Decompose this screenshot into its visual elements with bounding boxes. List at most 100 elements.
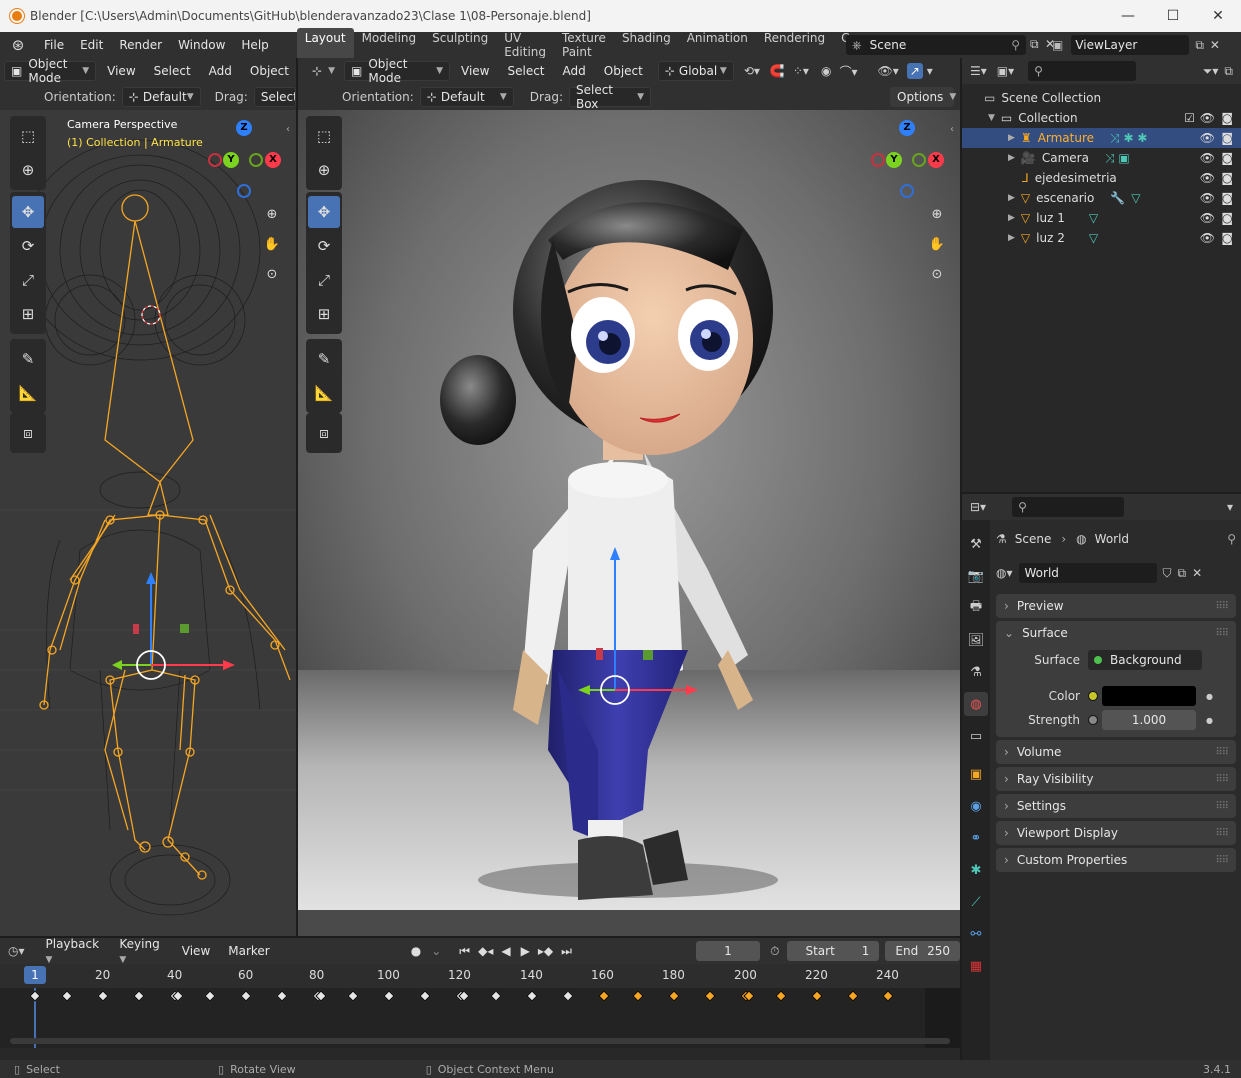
left-viewport[interactable]: ▣ Object Mode ▼ View Select Add Object O… <box>0 58 296 936</box>
sidebar-toggle-icon[interactable]: ‹ <box>286 124 290 135</box>
timeline-ruler[interactable]: 1 20 40 60 80 100 120 140 160 180 200 22… <box>0 964 960 988</box>
timeline-track[interactable] <box>0 988 960 1048</box>
next-keyframe-icon[interactable]: ▸◆ <box>538 944 553 958</box>
new-collection-icon[interactable]: ⧉ <box>1224 64 1233 79</box>
annotate-tool-icon[interactable]: ✎ <box>308 343 340 375</box>
outliner-item-luz2[interactable]: ▶ ▽ luz 2 ▽ 👁 ◙ <box>962 228 1241 248</box>
object-data-tab-icon[interactable]: ✱ <box>964 858 988 882</box>
eye-icon[interactable]: 👁 <box>1200 151 1215 165</box>
keyframe-diamond[interactable] <box>61 990 73 1002</box>
gizmo-dropdown-icon[interactable]: ▾ <box>927 64 933 78</box>
display-mode-icon[interactable]: ▣▾ <box>997 64 1014 78</box>
drag-grip-icon[interactable]: ⠿⠿ <box>1215 855 1229 866</box>
tab-layout[interactable]: Layout <box>296 28 354 62</box>
main-menu-view[interactable]: View <box>454 64 496 78</box>
checkbox-icon[interactable]: ☑ <box>1184 111 1195 125</box>
expand-arrow-icon[interactable]: ▼ <box>988 113 995 123</box>
preview-range-icon[interactable]: ⏱ <box>770 944 779 959</box>
outliner-item-ejedesimetria[interactable]: ⅃ ejedesimetria 👁 ◙ <box>962 168 1241 188</box>
minimize-button[interactable]: — <box>1105 0 1151 32</box>
drag-grip-icon[interactable]: ⠿⠿ <box>1215 628 1229 639</box>
eye-icon[interactable]: 👁 <box>1200 131 1215 145</box>
render-tab-icon[interactable]: 📷 <box>964 564 988 588</box>
scale-tool-icon[interactable]: ⤢ <box>308 264 340 296</box>
current-frame-field[interactable]: 1 <box>695 941 761 961</box>
keyframe-diamond[interactable] <box>419 990 431 1002</box>
keyframe-diamond[interactable] <box>668 990 680 1002</box>
camera-render-icon[interactable]: ◙ <box>1221 231 1233 245</box>
output-tab-icon[interactable]: 🖶 <box>964 596 988 620</box>
gizmo-y-axis[interactable]: Y <box>886 152 902 168</box>
keyframe-diamond[interactable] <box>598 990 610 1002</box>
keyframe-diamond[interactable] <box>347 990 359 1002</box>
main-orientation-dropdown[interactable]: ⊹ Default ▼ <box>419 87 514 107</box>
blender-menu-icon[interactable]: ⊛ <box>0 36 36 54</box>
gizmo-neg-z[interactable] <box>237 184 251 198</box>
add-cube-tool-icon[interactable]: ⧈ <box>12 417 44 449</box>
pan-hand-icon[interactable]: ✋ <box>260 232 284 256</box>
outliner-item-camera[interactable]: ▶ 🎥 Camera ⤨ ▣ 👁 ◙ <box>962 148 1241 168</box>
visibility-icon[interactable]: 👁▾ <box>877 64 898 78</box>
left-mode-dropdown[interactable]: ▣ Object Mode ▼ <box>4 58 97 85</box>
camera-render-icon[interactable]: ◙ <box>1221 111 1233 125</box>
snap-icon[interactable]: 🧲 <box>770 64 785 78</box>
drag-grip-icon[interactable]: ⠿⠿ <box>1215 828 1229 839</box>
timeline-editor-icon[interactable]: ◷▾ <box>8 944 25 958</box>
tab-modeling[interactable]: Modeling <box>354 28 425 62</box>
collection-tab-icon[interactable]: ▭ <box>964 724 988 748</box>
panel-surface-header[interactable]: ⌄ Surface ⠿⠿ <box>996 621 1236 645</box>
pin-icon[interactable]: ⚲ <box>1011 38 1020 52</box>
editor-type-icon[interactable]: ⊹ ▼ <box>306 61 340 81</box>
timeline-menu-marker[interactable]: Marker <box>221 944 276 958</box>
outliner-collection[interactable]: ▼ ▭ Collection ☑ 👁 ◙ <box>962 108 1241 128</box>
left-orientation-dropdown[interactable]: ⊹ Default ▼ <box>121 87 201 107</box>
sidebar-toggle-icon[interactable]: ‹ <box>950 124 954 135</box>
keyframe-diamond[interactable] <box>204 990 216 1002</box>
keyframe-diamond[interactable] <box>240 990 252 1002</box>
tab-rendering[interactable]: Rendering <box>756 28 833 62</box>
outliner-scene-collection[interactable]: ▭ Scene Collection <box>962 88 1241 108</box>
start-frame-field[interactable]: Start 1 <box>787 941 880 961</box>
drag-grip-icon[interactable]: ⠿⠿ <box>1215 801 1229 812</box>
properties-search-input[interactable]: ⚲ <box>1012 497 1125 517</box>
new-world-icon[interactable]: ⧉ <box>1178 566 1187 581</box>
menu-render[interactable]: Render <box>111 38 170 52</box>
main-menu-add[interactable]: Add <box>556 64 593 78</box>
main-viewport[interactable]: ⊹ ▼ ▣ Object Mode ▼ View Select Add Objec… <box>298 58 960 936</box>
end-frame-field[interactable]: End 250 <box>885 941 960 961</box>
add-cube-tool-icon[interactable]: ⧈ <box>308 417 340 449</box>
record-icon[interactable]: ● <box>411 944 421 958</box>
new-scene-icon[interactable]: ⧉ <box>1030 37 1039 52</box>
gizmo-toggle-icon[interactable]: ↗ <box>906 63 923 79</box>
annotate-tool-icon[interactable]: ✎ <box>12 343 44 375</box>
camera-render-icon[interactable]: ◙ <box>1221 171 1233 185</box>
cursor-tool-icon[interactable]: ⊕ <box>12 154 44 186</box>
playhead-frame[interactable]: 1 <box>24 966 46 984</box>
keyframe-diamond[interactable] <box>490 990 502 1002</box>
prev-keyframe-icon[interactable]: ◆◂ <box>478 944 493 958</box>
jump-end-icon[interactable]: ⏭ <box>561 944 572 959</box>
main-mode-dropdown[interactable]: ▣ Object Mode ▼ <box>344 58 450 85</box>
scale-tool-icon[interactable]: ⤢ <box>12 264 44 296</box>
play-reverse-icon[interactable]: ◀ <box>501 944 510 958</box>
rotate-tool-icon[interactable]: ⟳ <box>308 230 340 262</box>
panel-preview[interactable]: › Preview ⠿⠿ <box>996 594 1236 618</box>
gizmo-y-axis[interactable]: Y <box>223 152 239 168</box>
transform-tool-icon[interactable]: ⊞ <box>308 298 340 330</box>
tab-sculpting[interactable]: Sculpting <box>424 28 496 62</box>
eye-icon[interactable]: 👁 <box>1200 191 1215 205</box>
gizmo-z-axis[interactable]: Z <box>899 120 915 136</box>
camera-view-icon[interactable]: ⊙ <box>260 262 284 286</box>
play-icon[interactable]: ▶ <box>521 944 530 958</box>
menu-file[interactable]: File <box>36 38 72 52</box>
pin-icon[interactable]: ⚲ <box>1227 532 1236 546</box>
pivot-icon[interactable]: ⟲▾ <box>744 64 760 78</box>
expand-arrow-icon[interactable]: ▶ <box>1008 233 1015 243</box>
keyframe-diamond[interactable] <box>882 990 894 1002</box>
unlink-world-icon[interactable]: ✕ <box>1192 566 1202 580</box>
keyframe-diamond[interactable] <box>562 990 574 1002</box>
main-navigation-gizmo[interactable]: Z Y X <box>870 120 950 200</box>
camera-render-icon[interactable]: ◙ <box>1221 131 1233 145</box>
object-tab-icon[interactable]: ▣ <box>964 762 988 786</box>
main-menu-object[interactable]: Object <box>597 64 650 78</box>
